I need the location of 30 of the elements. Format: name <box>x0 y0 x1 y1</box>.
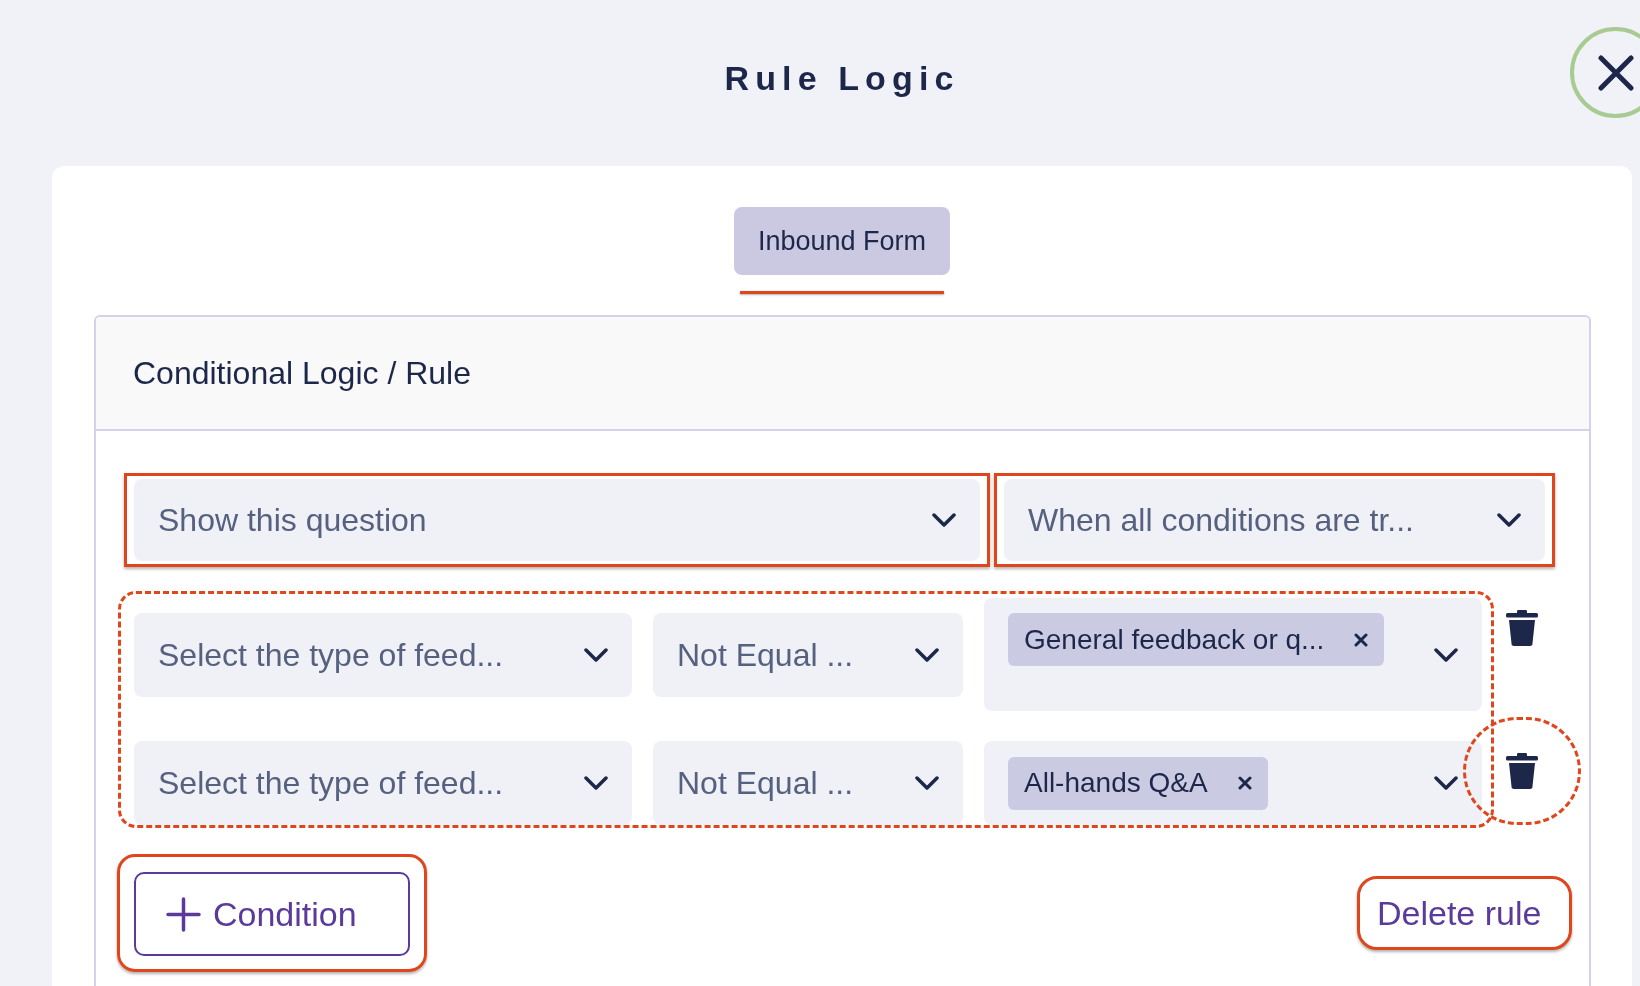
close-icon[interactable] <box>1597 54 1634 91</box>
field-dropdown[interactable]: Select the type of feed... <box>134 741 632 825</box>
operator-dropdown[interactable]: Not Equal ... <box>653 741 963 825</box>
chevron-down-icon[interactable] <box>1434 647 1458 662</box>
tag-label: All-hands Q&A <box>1024 766 1208 800</box>
chevron-down-icon[interactable] <box>1434 776 1458 790</box>
operator-dropdown[interactable]: Not Equal ... <box>653 612 963 697</box>
chevron-down-icon[interactable] <box>1497 513 1521 527</box>
chevron-down-icon[interactable] <box>932 513 956 527</box>
close-button[interactable] <box>1570 27 1640 118</box>
close-icon[interactable] <box>1237 776 1252 790</box>
value-dropdown[interactable]: General feedback or q... <box>984 598 1482 711</box>
field-dropdown[interactable]: Select the type of feed... <box>134 612 632 697</box>
panel-title: Conditional Logic / Rule <box>133 354 471 393</box>
value-dropdown[interactable]: All-hands Q&A <box>984 741 1482 825</box>
tab[interactable]: Inbound Form <box>733 207 951 275</box>
tag-label: General feedback or q... <box>1024 622 1325 657</box>
action-dropdown[interactable]: Show this question <box>134 479 980 561</box>
trash-icon[interactable] <box>1505 753 1539 789</box>
plus-icon[interactable] <box>166 896 201 932</box>
delete-rule-button[interactable]: Delete rule <box>1374 891 1545 935</box>
match-dropdown[interactable]: When all conditions are tr... <box>1004 479 1545 561</box>
add-condition-button[interactable]: Condition <box>134 872 410 956</box>
close-icon[interactable] <box>1354 632 1369 647</box>
chevron-down-icon[interactable] <box>584 776 608 790</box>
trash-icon[interactable] <box>1505 610 1539 646</box>
chevron-down-icon[interactable] <box>584 647 608 662</box>
chevron-down-icon[interactable] <box>915 776 939 790</box>
chevron-down-icon[interactable] <box>915 647 939 662</box>
dialog-title: Rule Logic <box>724 61 960 95</box>
